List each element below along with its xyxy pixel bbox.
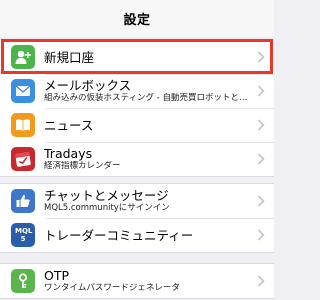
chevron-right-icon bbox=[257, 229, 265, 241]
row-tradays[interactable]: Tradays 経済指標カレンダー bbox=[0, 142, 274, 176]
row-label: Tradays bbox=[44, 146, 93, 161]
row-label: メールボックス bbox=[44, 78, 132, 93]
row-label: OTP bbox=[44, 268, 70, 283]
mail-icon bbox=[11, 79, 35, 103]
row-otp[interactable]: OTP ワンタイムパスワードジェネレータ bbox=[0, 264, 274, 298]
tradays-icon bbox=[11, 147, 35, 171]
chevron-right-icon bbox=[257, 119, 265, 131]
row-chat[interactable]: チャットとメッセージ MQL5.communityにサインイン bbox=[0, 184, 274, 218]
row-news[interactable]: ニュース bbox=[0, 108, 274, 142]
chevron-right-icon bbox=[257, 51, 265, 63]
book-icon bbox=[11, 113, 35, 137]
key-icon bbox=[11, 269, 35, 293]
settings-group-main: 新規口座 メールボックス 組み込みの仮装ホスティング - 自動売買ロボットと… … bbox=[0, 39, 274, 177]
page-title: 設定 bbox=[123, 13, 151, 28]
row-label: チャットとメッセージ bbox=[44, 188, 169, 203]
row-new-account[interactable]: 新規口座 bbox=[0, 40, 274, 74]
row-subtitle: 組み込みの仮装ホスティング - 自動売買ロボットと… bbox=[44, 93, 248, 103]
chevron-right-icon bbox=[257, 195, 265, 207]
row-label: トレーダーコミュニティー bbox=[44, 227, 194, 243]
row-label: 新規口座 bbox=[44, 49, 95, 65]
settings-group-community: チャットとメッセージ MQL5.communityにサインイン MQL 5 トレ… bbox=[0, 183, 274, 253]
mql5-icon: MQL 5 bbox=[11, 223, 35, 247]
chevron-right-icon bbox=[257, 85, 265, 97]
add-user-icon bbox=[11, 45, 35, 69]
settings-group-security: OTP ワンタイムパスワードジェネレータ bbox=[0, 263, 274, 299]
thumbs-up-icon bbox=[11, 189, 35, 213]
row-subtitle: ワンタイムパスワードジェネレータ bbox=[44, 283, 180, 293]
row-traders-community[interactable]: MQL 5 トレーダーコミュニティー bbox=[0, 218, 274, 252]
row-subtitle: MQL5.communityにサインイン bbox=[44, 203, 170, 213]
chevron-right-icon bbox=[257, 153, 265, 165]
row-subtitle: 経済指標カレンダー bbox=[44, 161, 121, 171]
navigation-bar: 設定 bbox=[0, 0, 274, 37]
row-label: ニュース bbox=[44, 117, 94, 133]
row-mailbox[interactable]: メールボックス 組み込みの仮装ホスティング - 自動売買ロボットと… bbox=[0, 74, 274, 108]
chevron-right-icon bbox=[257, 275, 265, 287]
